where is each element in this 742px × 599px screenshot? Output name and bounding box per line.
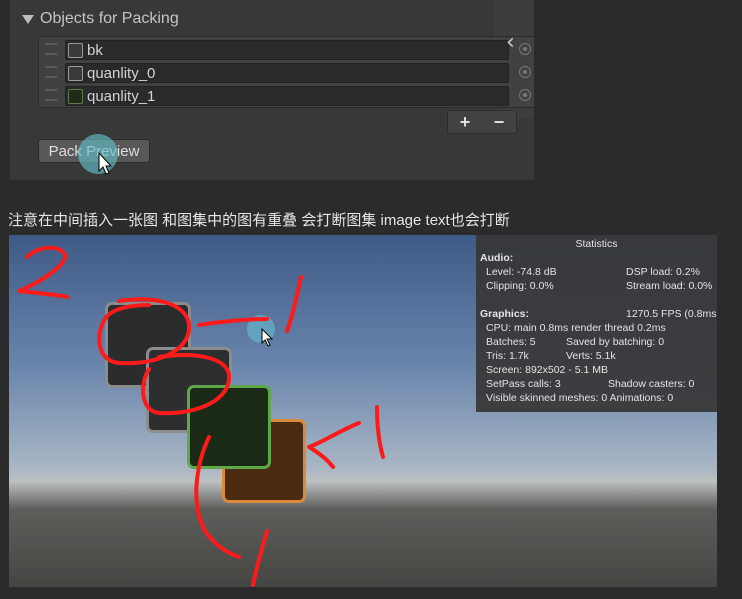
skinned-meshes: Visible skinned meshes: 0 Animations: 0	[486, 392, 674, 404]
drag-handle-icon[interactable]	[45, 89, 57, 101]
objects-for-packing-panel: Objects for Packing bk quanlity_0 quanli…	[10, 0, 534, 180]
foldout-title: Objects for Packing	[40, 10, 179, 27]
object-picker-icon[interactable]	[519, 43, 531, 55]
object-field[interactable]: bk	[65, 40, 509, 60]
audio-header: Audio:	[480, 252, 514, 264]
annotation-number-2	[17, 245, 69, 299]
list-item[interactable]: bk	[39, 38, 534, 60]
shadow-casters: Shadow casters: 0	[608, 378, 695, 390]
setpass-calls: SetPass calls: 3	[486, 378, 561, 390]
verts: Verts: 5.1k	[566, 350, 616, 362]
statistics-panel: Statistics Audio: Level: -74.8 dB DSP loa…	[476, 235, 717, 412]
annotation-number-1	[375, 405, 385, 459]
object-picker-icon[interactable]	[519, 89, 531, 101]
object-field-label: quanlity_1	[87, 87, 156, 105]
stats-title: Statistics	[575, 238, 618, 250]
sprite-thumbnail-icon	[68, 65, 83, 81]
object-field[interactable]: quanlity_1	[65, 86, 509, 106]
chevron-left-icon[interactable]: ‹	[506, 30, 515, 55]
cpu-timing: CPU: main 0.8ms render thread 0.2ms	[486, 322, 666, 334]
object-picker-icon[interactable]	[519, 66, 531, 78]
annotation-number-1	[285, 275, 303, 333]
annotation-arrow	[307, 421, 361, 469]
audio-level: Level: -74.8 dB	[486, 266, 557, 278]
fps: 1270.5 FPS (0.8ms	[626, 308, 717, 320]
saved-by-batching: Saved by batching: 0	[566, 336, 665, 348]
list-add-remove: + −	[447, 110, 517, 134]
stream-load: Stream load: 0.0%	[626, 280, 713, 292]
object-field[interactable]: quanlity_0	[65, 63, 509, 83]
add-item-button[interactable]: +	[460, 112, 471, 133]
tris: Tris: 1.7k	[486, 350, 529, 362]
foldout-header[interactable]: Objects for Packing	[22, 8, 179, 30]
object-field-label: quanlity_0	[87, 64, 156, 82]
dsp-load: DSP load: 0.2%	[626, 266, 700, 278]
packing-list: bk quanlity_0 quanlity_1	[38, 36, 534, 108]
annotation-number-1	[251, 529, 269, 587]
drag-handle-icon[interactable]	[45, 66, 57, 78]
screen-info: Screen: 892x502 - 5.1 MB	[486, 364, 608, 376]
batches: Batches: 5	[486, 336, 536, 348]
graphics-header: Graphics:	[480, 308, 530, 320]
audio-clipping: Clipping: 0.0%	[486, 280, 554, 292]
sprite-thumbnail-icon	[68, 42, 83, 58]
annotation-line	[197, 317, 269, 327]
object-field-label: bk	[87, 41, 103, 59]
annotation-loop	[141, 353, 232, 416]
annotation-curve	[194, 435, 241, 559]
remove-item-button[interactable]: −	[494, 112, 505, 133]
caption-text: 注意在中间插入一张图 和图集中的图有重叠 会打断图集 image text也会打…	[8, 212, 510, 229]
drag-handle-icon[interactable]	[45, 43, 57, 55]
foldout-triangle-icon[interactable]	[22, 14, 34, 24]
list-item[interactable]: quanlity_0	[39, 61, 534, 83]
sprite-thumbnail-icon	[68, 88, 83, 104]
list-item[interactable]: quanlity_1	[39, 84, 534, 106]
game-view[interactable]: Statistics Audio: Level: -74.8 dB DSP loa…	[9, 235, 717, 587]
mouse-cursor-icon	[98, 152, 113, 175]
